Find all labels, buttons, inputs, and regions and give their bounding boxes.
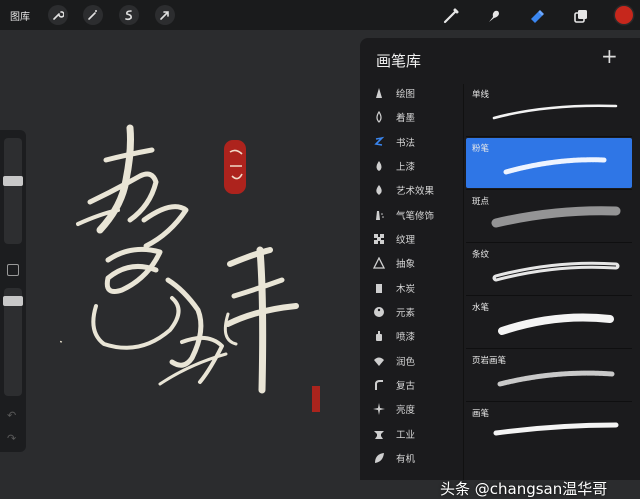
panel-title: 画笔库: [376, 52, 422, 70]
opacity-slider[interactable]: [3, 288, 23, 396]
eraser-icon[interactable]: [526, 5, 548, 27]
brush-stroke-preview: [493, 422, 619, 436]
charcoal-icon: [372, 281, 386, 295]
category-item[interactable]: 艺术效果: [360, 179, 460, 201]
checker-icon: [372, 232, 386, 246]
category-item[interactable]: 亮度: [360, 398, 460, 420]
eyedropper-button[interactable]: [7, 264, 19, 276]
brush-stroke-preview: [498, 313, 614, 335]
brush-separator: [466, 401, 632, 402]
triangle-icon: [372, 256, 386, 270]
calligraphy-artwork: [60, 124, 320, 412]
transform-arrow-icon[interactable]: [155, 5, 175, 25]
brush-stroke-preview: [503, 157, 607, 175]
brush-item[interactable]: 页岩画笔: [466, 350, 632, 400]
sparkle-icon: [372, 402, 386, 416]
category-item[interactable]: 润色: [360, 350, 460, 372]
category-item[interactable]: 木炭: [360, 277, 460, 299]
brush-size-slider[interactable]: [3, 138, 23, 244]
category-item[interactable]: 气笔修饰: [360, 204, 460, 226]
category-item[interactable]: 着墨: [360, 106, 460, 128]
category-item[interactable]: 工业: [360, 423, 460, 445]
shell-icon: [372, 354, 386, 368]
category-item[interactable]: 上漆: [360, 155, 460, 177]
watermark: 头条 @changsan温华哥: [440, 480, 608, 498]
top-toolbar: 图库: [0, 0, 640, 30]
category-item[interactable]: 元素: [360, 301, 460, 323]
panel-divider: [463, 84, 464, 480]
category-item[interactable]: 书法: [360, 131, 460, 153]
brush-item[interactable]: 条纹: [466, 244, 632, 294]
retro-icon: [372, 378, 386, 392]
brush-icon[interactable]: [440, 5, 462, 27]
spray-can-icon: [372, 329, 386, 343]
redo-icon[interactable]: ↷: [7, 432, 16, 445]
layers-icon[interactable]: [570, 5, 592, 27]
brush-stroke-preview: [491, 206, 621, 228]
ink-drop-icon: [372, 110, 386, 124]
opacity-slider-thumb[interactable]: [3, 296, 23, 306]
calligraphy-icon: [372, 135, 386, 149]
brush-separator: [466, 189, 632, 190]
smudge-icon[interactable]: [483, 5, 505, 27]
brush-stroke-preview: [492, 261, 620, 282]
gallery-button[interactable]: 图库: [10, 8, 30, 23]
anvil-icon: [372, 427, 386, 441]
leaf-icon: [372, 451, 386, 465]
flame-icon: [372, 183, 386, 197]
brush-separator: [466, 242, 632, 243]
category-item[interactable]: 绘图: [360, 82, 460, 104]
pencil-icon: [372, 86, 386, 100]
yin-yang-icon: [372, 305, 386, 319]
add-brush-button[interactable]: +: [601, 46, 618, 66]
category-item[interactable]: 抽象: [360, 252, 460, 274]
color-picker-button[interactable]: [615, 6, 633, 24]
brush-library-panel: 画笔库 + 绘图 着墨 书法 上漆 艺术效果 气笔修饰 纹理 抽象 木炭 元素 …: [360, 38, 640, 480]
size-slider-thumb[interactable]: [3, 176, 23, 186]
brush-separator: [466, 136, 632, 137]
category-item[interactable]: 纹理: [360, 228, 460, 250]
magic-wand-icon[interactable]: [83, 5, 103, 25]
category-item[interactable]: 喷漆: [360, 325, 460, 347]
brush-item-selected[interactable]: 粉笔: [466, 138, 632, 188]
brush-item[interactable]: 水笔: [466, 297, 632, 347]
category-item[interactable]: 有机: [360, 447, 460, 469]
category-item[interactable]: 复古: [360, 374, 460, 396]
wrench-icon[interactable]: [48, 5, 68, 25]
paint-drop-icon: [372, 159, 386, 173]
undo-icon[interactable]: ↶: [7, 409, 16, 422]
brush-separator: [466, 295, 632, 296]
brush-separator: [466, 348, 632, 349]
brush-item[interactable]: 单线: [466, 84, 632, 134]
airbrush-icon: [372, 208, 386, 222]
selection-icon[interactable]: [119, 5, 139, 25]
brush-item[interactable]: 画笔: [466, 403, 632, 453]
brush-item[interactable]: 斑点: [466, 191, 632, 241]
brush-stroke-preview: [492, 104, 618, 120]
brush-stroke-preview: [497, 370, 615, 387]
left-sidebar: ↶ ↷: [0, 130, 26, 452]
